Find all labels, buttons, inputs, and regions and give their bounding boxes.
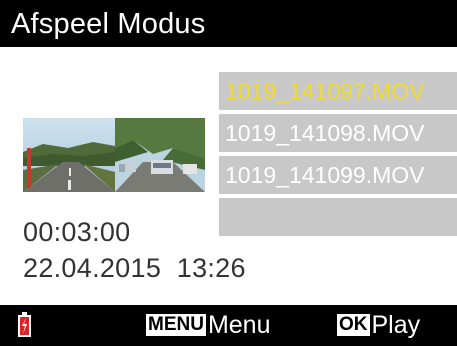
file-list: 1019_141097.MOV 1019_141098.MOV 1019_141… [219, 72, 457, 240]
battery-low-icon [18, 312, 31, 337]
bottom-bar: MENU Menu OK Play [0, 305, 457, 346]
ok-hint-label: Play [371, 311, 421, 339]
video-thumbnail[interactable] [23, 118, 205, 192]
file-item[interactable]: 1019_141099.MOV [219, 156, 457, 194]
ok-key-badge: OK [337, 314, 370, 336]
charging-bolt-icon [22, 318, 27, 334]
recording-time: 13:26 [176, 253, 246, 283]
screen-title: Afspeel Modus [11, 8, 206, 40]
menu-hint-label: Menu [207, 311, 271, 339]
title-bar: Afspeel Modus [0, 0, 457, 47]
file-item[interactable]: 1019_141098.MOV [219, 114, 457, 152]
ok-hint[interactable]: OK Play [337, 311, 420, 339]
recording-datetime: 22.04.2015 13:26 [23, 252, 246, 284]
video-duration: 00:03:00 [23, 217, 131, 247]
menu-hint[interactable]: MENU Menu [146, 311, 271, 339]
menu-key-badge: MENU [146, 314, 206, 336]
recording-date: 22.04.2015 [23, 253, 162, 283]
thumbnail-image [23, 118, 205, 192]
file-item-empty[interactable] [219, 198, 457, 236]
file-item-selected[interactable]: 1019_141097.MOV [219, 72, 457, 110]
